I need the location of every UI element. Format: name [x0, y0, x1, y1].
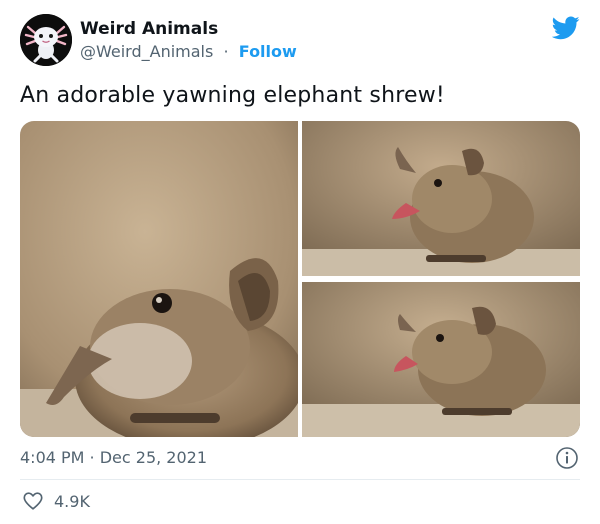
tweet-text: An adorable yawning elephant shrew!	[20, 83, 445, 108]
like-count: 4.9K	[54, 491, 90, 511]
display-name[interactable]: Weird Animals	[80, 19, 218, 39]
user-handle[interactable]: @Weird_Animals	[80, 42, 213, 61]
follow-button[interactable]: Follow	[239, 42, 297, 61]
divider	[20, 479, 580, 480]
heart-icon	[23, 492, 43, 510]
axolotl-avatar-icon	[20, 14, 72, 66]
like-button[interactable]: 4.9K	[22, 489, 90, 513]
tweet-timestamp[interactable]: 4:04 PM · Dec 25, 2021	[20, 448, 207, 467]
media-grid	[20, 121, 580, 437]
avatar[interactable]	[20, 14, 72, 66]
elephant-shrew-yawning-photo[interactable]	[302, 121, 580, 276]
tweet-card: Weird Animals @Weird_Animals · Follow An…	[0, 0, 600, 524]
separator-dot: ·	[218, 42, 234, 61]
twitter-bird-icon[interactable]	[552, 16, 580, 40]
info-icon[interactable]	[555, 446, 579, 470]
elephant-shrew-yawning-photo-2[interactable]	[302, 282, 580, 437]
handle-row: @Weird_Animals · Follow	[80, 42, 297, 61]
elephant-shrew-closeup-photo[interactable]	[20, 121, 298, 437]
